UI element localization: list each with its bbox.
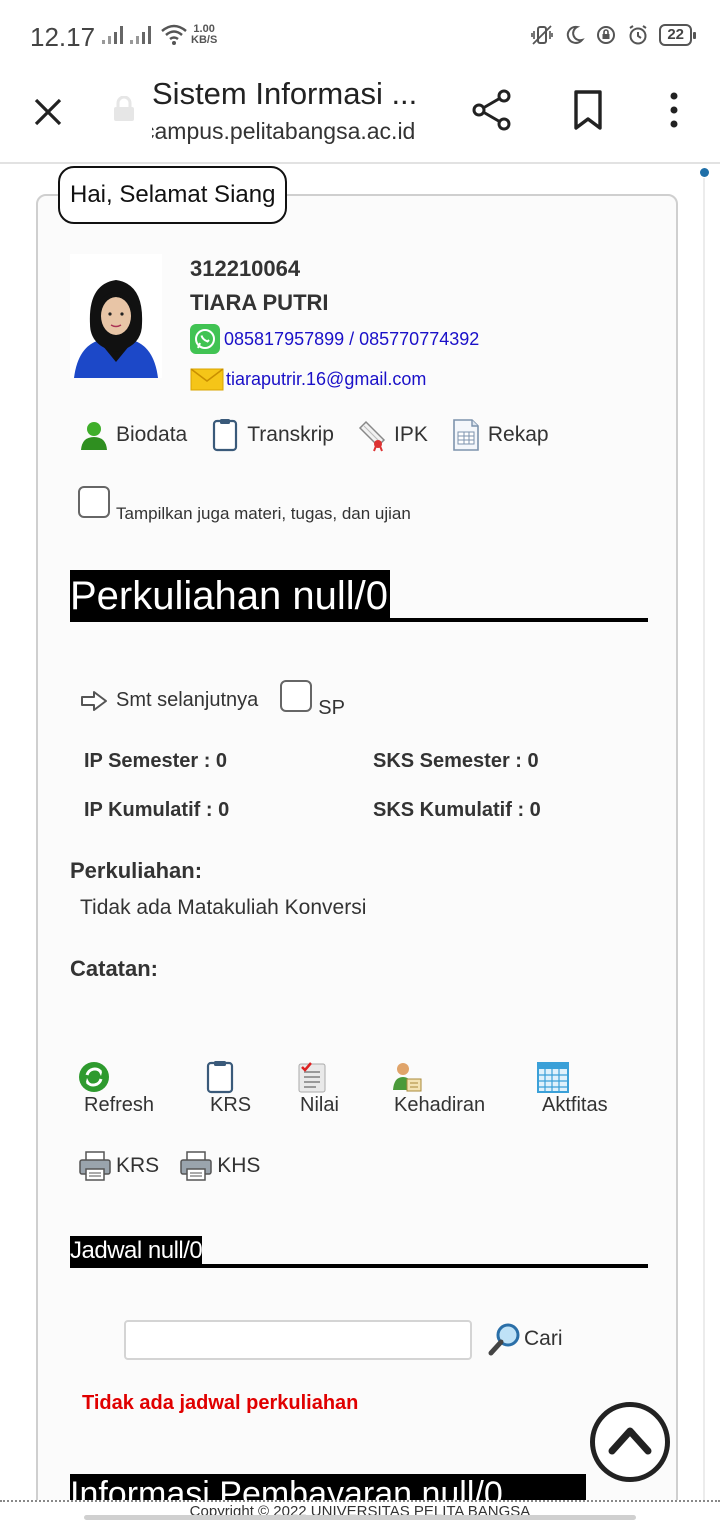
menu-rekap-label: Rekap (487, 423, 549, 446)
menu-biodata-label: Biodata (116, 423, 188, 446)
menu-biodata[interactable]: Biodata (78, 418, 187, 452)
kehadiran-label: Kehadiran (394, 1094, 486, 1116)
show-materials-checkbox[interactable] (78, 486, 110, 518)
perkuliahan-value: Tidak ada Matakuliah Konversi (80, 896, 367, 919)
clipboard-icon (206, 1061, 234, 1094)
page-title: Sistem Informasi ... (152, 76, 418, 111)
network-speed-unit: KB/S (191, 34, 218, 46)
vibrate-icon (531, 25, 554, 45)
next-semester-link[interactable]: Smt selanjutnya (80, 689, 258, 712)
grades-icon (298, 1062, 326, 1093)
student-nim: 312210064 (190, 256, 301, 281)
page-url[interactable]: campus.pelitabangsa.ac.id (152, 118, 434, 145)
kehadiran-button[interactable]: Kehadiran (390, 1060, 485, 1117)
schedule-search-input[interactable] (124, 1320, 472, 1360)
refresh-icon (79, 1062, 109, 1092)
menu-ipk-label: IPK (393, 423, 428, 446)
sp-label: SP (318, 697, 345, 719)
section-heading-perkuliahan: Perkuliahan null/0 (70, 570, 648, 622)
section-heading-jadwal-text: Jadwal null/0 (70, 1236, 203, 1266)
scroll-indicator[interactable] (700, 168, 709, 177)
menu-transkrip-label: Transkrip (247, 423, 334, 446)
krs-label: KRS (210, 1094, 252, 1116)
chevron-up-icon (608, 1427, 652, 1455)
print-khs-label: KHS (217, 1154, 261, 1177)
magnifier-icon (488, 1323, 520, 1356)
greeting-label: Hai, Selamat Siang (58, 166, 288, 224)
printer-icon (180, 1151, 212, 1181)
close-icon[interactable] (28, 92, 68, 132)
student-name: TIARA PUTRI (190, 290, 329, 315)
bookmark-icon[interactable] (568, 88, 608, 132)
signal-icon (102, 26, 123, 44)
status-icons: 22 (531, 24, 696, 46)
aktifitas-button[interactable]: Aktfitas (536, 1060, 608, 1117)
section-heading-perkuliahan-text: Perkuliahan null/0 (70, 570, 390, 622)
nilai-button[interactable]: Nilai (296, 1060, 339, 1117)
browser-toolbar: Sistem Informasi ... campus.pelitabangsa… (0, 72, 720, 164)
menu-rekap[interactable]: Rekap (450, 418, 549, 452)
status-bar: 12.17 1.00 KB/S 22 (0, 0, 720, 72)
show-materials-label: Tampilkan juga materi, tugas, dan ujian (116, 504, 411, 523)
section-heading-jadwal: Jadwal null/0 (70, 1236, 648, 1268)
profile-menu: Biodata Transkrip IPK Rekap (78, 418, 571, 452)
nilai-label: Nilai (300, 1094, 339, 1116)
refresh-label: Refresh (84, 1094, 155, 1116)
battery-icon: 22 (659, 24, 696, 46)
data-saver-icon (597, 26, 616, 44)
ip-semester: IP Semester : 0 (84, 750, 228, 772)
sp-checkbox[interactable] (280, 680, 313, 712)
krs-button[interactable]: KRS (204, 1060, 251, 1117)
whatsapp-icon (190, 324, 220, 354)
wifi-icon (161, 24, 187, 45)
print-khs-button[interactable]: KHS (179, 1150, 260, 1182)
phone-link[interactable]: 085817957899 / 085770774392 (224, 329, 479, 350)
student-email[interactable]: tiaraputrir.16@gmail.com (190, 366, 426, 392)
sks-kumulatif: SKS Kumulatif : 0 (373, 799, 541, 821)
section-heading-informasi-text: Informasi Pembayaran null/0 (70, 1474, 586, 1500)
report-icon (453, 419, 479, 451)
scroll-track (703, 178, 705, 1500)
search-button[interactable]: Cari (488, 1322, 563, 1356)
catatan-label: Catatan: (70, 956, 159, 981)
printer-icon (79, 1151, 111, 1181)
scroll-to-top-button[interactable] (590, 1402, 670, 1482)
arrow-right-icon (81, 690, 107, 711)
ip-kumulatif: IP Kumulatif : 0 (84, 799, 230, 821)
status-time: 12.17 (30, 22, 96, 52)
diploma-icon (358, 420, 386, 452)
student-photo (70, 254, 162, 378)
next-semester-label: Smt selanjutnya (116, 689, 259, 711)
share-icon[interactable] (470, 88, 514, 132)
signal-icon (130, 26, 151, 44)
email-link[interactable]: tiaraputrir.16@gmail.com (226, 369, 426, 390)
page-url-text: campus.pelitabangsa.ac.id (152, 118, 416, 144)
show-materials-option: Tampilkan juga materi, tugas, dan ujian (78, 486, 411, 523)
alarm-icon (629, 25, 647, 45)
attendance-icon (393, 1063, 422, 1092)
menu-transkrip[interactable]: Transkrip (209, 418, 334, 452)
lock-icon (114, 96, 134, 121)
print-krs-button[interactable]: KRS (78, 1150, 159, 1182)
semester-navigation: Smt selanjutnya SP (80, 680, 345, 719)
calendar-icon (537, 1062, 569, 1093)
refresh-button[interactable]: Refresh (78, 1060, 154, 1117)
aktifitas-label: Aktfitas (542, 1094, 608, 1116)
more-icon[interactable] (660, 90, 688, 130)
perkuliahan-label: Perkuliahan: (70, 858, 203, 883)
search-button-label: Cari (524, 1327, 563, 1350)
envelope-icon (190, 368, 224, 391)
document-icon (213, 419, 238, 452)
sks-semester: SKS Semester : 0 (373, 750, 539, 772)
user-icon (81, 422, 107, 450)
no-schedule-message: Tidak ada jadwal perkuliahan (82, 1392, 359, 1414)
footer-scrollbar (84, 1515, 636, 1520)
print-actions: KRS KHS (78, 1150, 280, 1182)
moon-icon (567, 25, 586, 44)
print-krs-label: KRS (116, 1154, 160, 1177)
network-speed: 1.00 KB/S (191, 24, 217, 46)
menu-ipk[interactable]: IPK (356, 418, 428, 452)
student-phone[interactable]: 085817957899 / 085770774392 (190, 324, 479, 354)
